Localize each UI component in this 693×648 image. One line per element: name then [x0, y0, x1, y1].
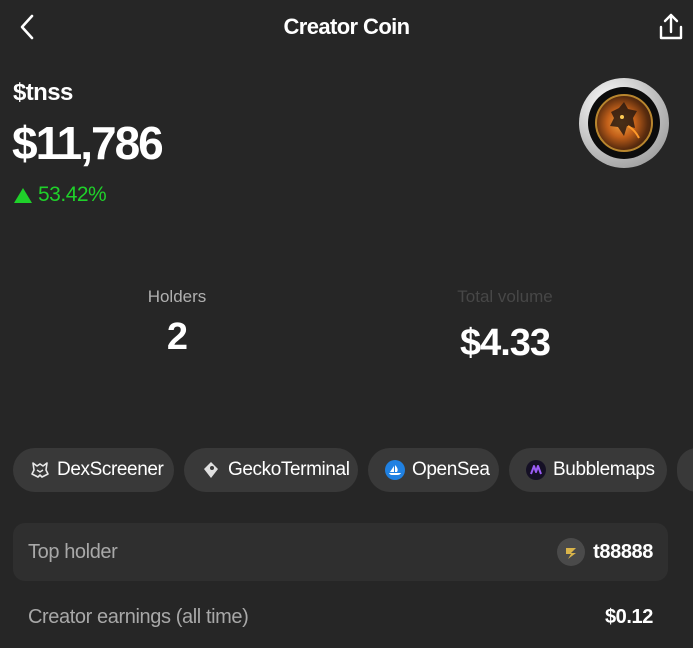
- coin-avatar: [579, 78, 669, 168]
- bubblemaps-label: Bubblemaps: [553, 459, 655, 480]
- share-button[interactable]: [654, 12, 688, 42]
- bubblemaps-chip[interactable]: Bubblemaps: [509, 448, 667, 492]
- opensea-logo-icon: [384, 459, 406, 481]
- coin-image: [595, 94, 653, 152]
- coin-price: $11,786: [12, 117, 164, 169]
- total-volume-value: $4.33: [459, 322, 551, 364]
- holder-avatar-icon: [566, 548, 577, 559]
- coin-avatar-frame: [588, 87, 660, 159]
- opensea-label: OpenSea: [412, 459, 490, 480]
- price-change-value: 53.42%: [38, 183, 107, 206]
- triangle-up-icon: [14, 187, 32, 203]
- holders-value: 2: [166, 316, 188, 358]
- creator-earnings-value: $0.12: [604, 605, 653, 628]
- dexscreener-label: DexScreener: [57, 459, 164, 480]
- geckoterminal-chip[interactable]: GeckoTerminal: [184, 448, 358, 492]
- holder-avatar: [557, 538, 586, 566]
- holders-label: Holders: [147, 287, 207, 306]
- creator-earnings-row: Creator earnings (all time) $0.12: [13, 588, 668, 646]
- geckoterminal-logo-icon: [200, 459, 222, 481]
- top-holder-label: Top holder: [28, 540, 118, 563]
- bubblemaps-logo-icon: [525, 459, 547, 481]
- price-change: 53.42%: [14, 183, 107, 207]
- more-links-chip[interactable]: [677, 448, 693, 492]
- dexscreener-chip[interactable]: DexScreener: [13, 448, 174, 492]
- opensea-chip[interactable]: OpenSea: [368, 448, 499, 492]
- geckoterminal-label: GeckoTerminal: [228, 459, 350, 480]
- share-upload-icon: [659, 13, 683, 40]
- top-holder-value: t88888: [593, 540, 653, 563]
- creator-earnings-label: Creator earnings (all time): [28, 605, 249, 628]
- dragon-emblem-icon: [610, 102, 640, 139]
- top-holder-row[interactable]: Top holder t88888: [13, 523, 668, 581]
- coin-ticker: $tnss: [13, 79, 73, 106]
- total-volume-label: Total volume: [457, 287, 553, 306]
- page-title: Creator Coin: [283, 14, 410, 39]
- dexscreener-logo-icon: [29, 459, 51, 481]
